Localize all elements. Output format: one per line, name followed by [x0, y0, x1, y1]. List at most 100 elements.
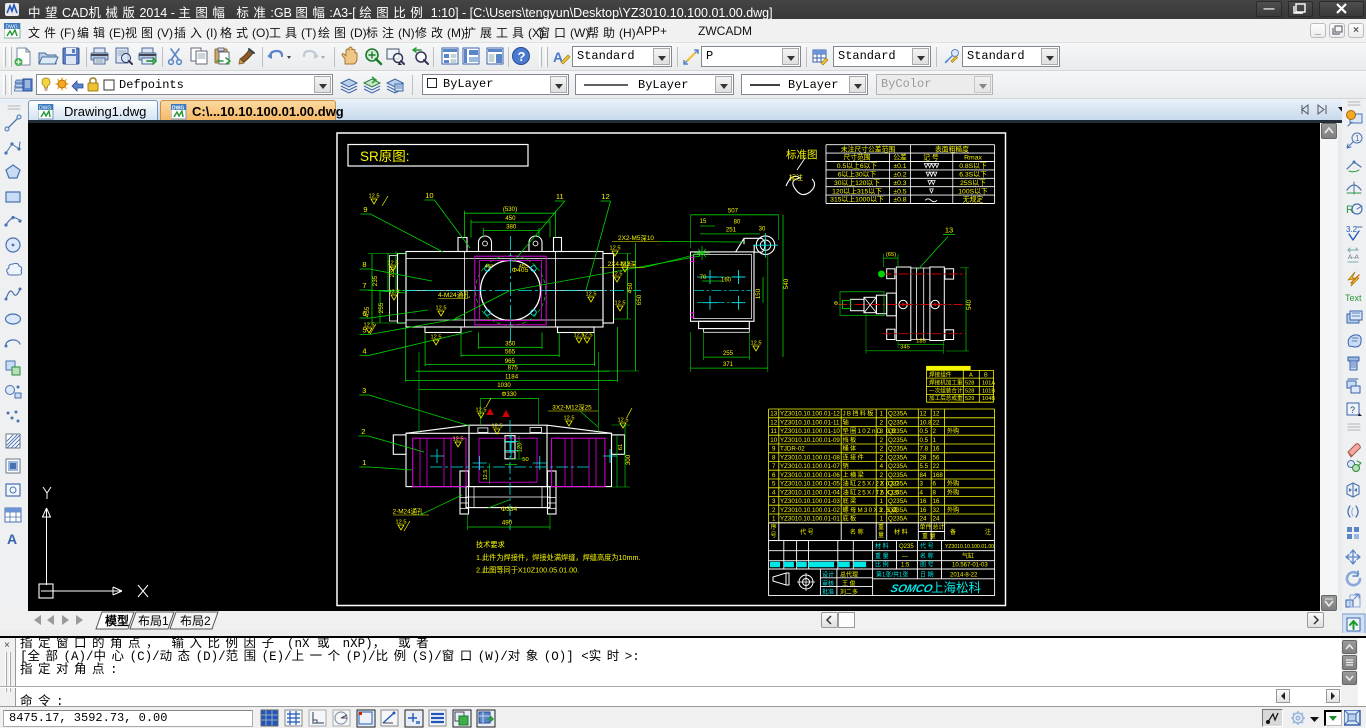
svg-text:3: 3 — [880, 428, 884, 435]
svg-text:16: 16 — [933, 446, 940, 453]
svg-text:13: 13 — [770, 411, 777, 418]
svg-text:12: 12 — [601, 192, 609, 201]
svg-text:号: 号 — [771, 532, 777, 539]
svg-text:重 量: 重 量 — [875, 552, 889, 560]
svg-text:1: 1 — [880, 498, 884, 505]
svg-text:3X2-M12深25: 3X2-M12深25 — [552, 403, 592, 412]
svg-text:Q235A: Q235A — [888, 472, 908, 479]
svg-text:2.此图等同于X10Z100.05.01.00.: 2.此图等同于X10Z100.05.01.00. — [476, 566, 579, 575]
svg-text:重: 重 — [878, 523, 884, 531]
svg-text:备: 备 — [950, 528, 956, 536]
svg-text:2: 2 — [772, 507, 776, 514]
svg-text:6以上30以下: 6以上30以下 — [838, 170, 877, 179]
svg-text:10: 10 — [425, 191, 433, 200]
svg-text:2: 2 — [933, 428, 937, 435]
svg-text:120: 120 — [518, 442, 524, 453]
svg-text:外购: 外购 — [947, 506, 959, 514]
svg-text:底板: 底板 — [843, 515, 858, 523]
svg-text:审核: 审核 — [822, 580, 834, 588]
svg-text:外购: 外购 — [947, 488, 959, 496]
svg-text:Q235A: Q235A — [888, 516, 908, 523]
svg-text:28: 28 — [920, 454, 927, 461]
svg-text:B: B — [984, 372, 988, 378]
svg-text:SOMCO: SOMCO — [889, 583, 934, 595]
svg-text:1: 1 — [880, 516, 884, 523]
svg-text:8: 8 — [362, 260, 366, 269]
svg-text:56: 56 — [933, 454, 940, 461]
svg-text:外购: 外购 — [947, 480, 959, 488]
svg-text:轴: 轴 — [843, 418, 851, 426]
svg-text:5.5: 5.5 — [920, 463, 929, 470]
svg-text:12: 12 — [770, 419, 777, 426]
svg-text:11: 11 — [556, 192, 564, 201]
svg-text:刘二多: 刘二多 — [840, 588, 858, 596]
svg-text:9: 9 — [772, 446, 776, 453]
svg-text:代 号: 代 号 — [920, 542, 934, 550]
svg-text:650: 650 — [636, 294, 643, 305]
svg-text:100S以下: 100S以下 — [958, 187, 988, 195]
svg-text:2X2-M5深10: 2X2-M5深10 — [618, 233, 654, 242]
svg-text:12.5: 12.5 — [363, 323, 374, 329]
svg-text:12.5: 12.5 — [617, 418, 628, 424]
svg-text:2: 2 — [880, 472, 884, 479]
svg-text:Φ334: Φ334 — [501, 506, 518, 513]
svg-text:?: ? — [518, 49, 526, 64]
svg-text:12.5: 12.5 — [452, 437, 463, 443]
svg-text:0.5以上6以下: 0.5以上6以下 — [837, 161, 878, 170]
svg-text:第1张/共1张: 第1张/共1张 — [876, 571, 908, 579]
svg-text:?: ? — [1350, 405, 1355, 415]
svg-text:84: 84 — [920, 472, 927, 479]
svg-text:Q235A: Q235A — [888, 446, 908, 453]
svg-text:Q235A: Q235A — [888, 481, 908, 488]
svg-text:布局1: 布局1 — [138, 614, 169, 628]
svg-text:120以上315以下: 120以上315以下 — [832, 186, 882, 195]
svg-text:10.567-01-03: 10.567-01-03 — [952, 563, 988, 569]
svg-text:24: 24 — [933, 516, 940, 523]
svg-text:公差: 公差 — [893, 153, 907, 162]
svg-text:7: 7 — [772, 463, 776, 470]
svg-text:13: 13 — [945, 226, 953, 235]
svg-text:50: 50 — [522, 457, 528, 463]
svg-text:61: 61 — [618, 444, 624, 450]
svg-text:技术要求: 技术要求 — [476, 540, 505, 549]
svg-text:25S以下: 25S以下 — [960, 179, 986, 187]
svg-text:模型: 模型 — [105, 613, 129, 628]
svg-text:日 期: 日 期 — [920, 571, 934, 579]
svg-text:12.5: 12.5 — [483, 470, 489, 481]
svg-text:6: 6 — [772, 472, 776, 479]
svg-text:桶体: 桶体 — [843, 445, 858, 453]
svg-text:Q235A: Q235A — [888, 489, 908, 496]
svg-text:5: 5 — [772, 481, 776, 488]
svg-text:4-M24通孔: 4-M24通孔 — [438, 290, 470, 299]
svg-text:15: 15 — [700, 219, 707, 225]
svg-text:1: 1 — [772, 516, 776, 523]
svg-text:24: 24 — [920, 516, 927, 523]
svg-text:9: 9 — [363, 205, 367, 214]
svg-text:528: 528 — [965, 388, 974, 394]
svg-text:12.5: 12.5 — [750, 341, 761, 347]
svg-text:10.8: 10.8 — [920, 419, 933, 426]
svg-text:单件: 单件 — [920, 523, 932, 531]
svg-text:3: 3 — [362, 386, 366, 395]
svg-text:YZ3010.10.100.01.00: YZ3010.10.100.01.00 — [945, 544, 994, 550]
svg-text:12.5: 12.5 — [435, 306, 446, 312]
svg-text:12.5: 12.5 — [614, 301, 625, 307]
svg-text:注: 注 — [985, 528, 991, 536]
svg-text:YZ3010.10.100.01-05: YZ3010.10.100.01-05 — [780, 481, 840, 488]
svg-text:4: 4 — [362, 346, 366, 355]
svg-text:YZ3010.10.100.01-01: YZ3010.10.100.01-01 — [780, 516, 840, 523]
svg-text:2: 2 — [880, 454, 884, 461]
svg-text:外购: 外购 — [947, 427, 959, 435]
svg-text:上横梁: 上横梁 — [843, 471, 865, 479]
svg-text:168: 168 — [933, 472, 944, 479]
svg-text:12.5: 12.5 — [387, 261, 398, 267]
svg-text:7: 7 — [362, 281, 366, 290]
svg-text:Q235A: Q235A — [888, 411, 908, 418]
svg-text:12.5: 12.5 — [475, 408, 486, 414]
svg-text:255: 255 — [723, 350, 734, 357]
svg-text:总代理: 总代理 — [840, 571, 858, 579]
svg-text:0.8S以下: 0.8S以下 — [959, 162, 987, 170]
svg-text:YZ3010.10.100.01-12: YZ3010.10.100.01-12 — [780, 411, 840, 418]
svg-text:32: 32 — [933, 507, 940, 514]
svg-text:±0.5: ±0.5 — [893, 188, 906, 195]
